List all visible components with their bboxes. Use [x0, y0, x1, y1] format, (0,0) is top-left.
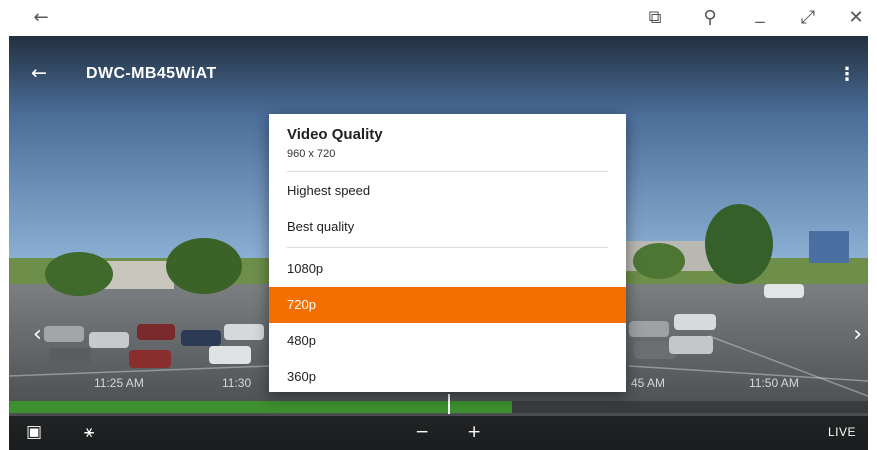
timeline-track[interactable] [9, 401, 868, 413]
expand-icon[interactable]: ⤢ [795, 6, 821, 30]
motion-icon[interactable]: ⚹ [84, 422, 94, 442]
camera-title: DWC-MB45WiAT [86, 65, 217, 82]
picture-in-picture-icon[interactable]: ⧉ [642, 6, 668, 30]
zoom-out-icon[interactable]: − [415, 422, 429, 442]
timeline-recorded-segment [9, 401, 512, 413]
menu-item-highest-speed[interactable]: Highest speed [269, 173, 626, 209]
calendar-icon[interactable]: ▣ [26, 422, 42, 442]
camera-header: ← DWC-MB45WiAT ⋮ [9, 58, 868, 94]
pin-icon[interactable]: ⚲ [697, 6, 723, 30]
menu-item-360p[interactable]: 360p [269, 359, 626, 395]
menu-item-480p[interactable]: 480p [269, 323, 626, 359]
window-back-icon[interactable]: ← [28, 6, 54, 30]
timeline-label: 11:30 [222, 376, 252, 390]
close-icon[interactable]: ✕ [843, 6, 869, 30]
zoom-in-icon[interactable]: + [467, 422, 481, 442]
camera-back-icon[interactable]: ← [31, 62, 47, 84]
window-titlebar: ← ⧉ ⚲ _ ⤢ ✕ [0, 0, 877, 36]
timeline-label: 11:50 AM [749, 376, 799, 390]
timeline-playhead[interactable] [448, 394, 450, 414]
timeline-label: 11:25 AM [94, 376, 144, 390]
live-button[interactable]: LIVE [828, 425, 856, 439]
video-quality-menu: Video Quality 960 x 720 Highest speed Be… [269, 114, 626, 392]
previous-arrow-icon[interactable]: ‹ [33, 322, 42, 347]
camera-toolbar: ▣ ⚹ − + LIVE [9, 416, 868, 450]
current-resolution: 960 x 720 [287, 148, 336, 160]
menu-divider [287, 171, 608, 172]
timeline-label: 45 AM [631, 376, 666, 390]
menu-title: Video Quality [287, 126, 383, 143]
minimize-icon[interactable]: _ [747, 2, 773, 26]
menu-item-720p[interactable]: 720p [269, 287, 626, 323]
next-arrow-icon[interactable]: › [853, 322, 862, 347]
menu-item-best-quality[interactable]: Best quality [269, 209, 626, 245]
menu-divider [287, 247, 608, 248]
more-options-icon[interactable]: ⋮ [838, 64, 856, 85]
menu-item-1080p[interactable]: 1080p [269, 251, 626, 287]
